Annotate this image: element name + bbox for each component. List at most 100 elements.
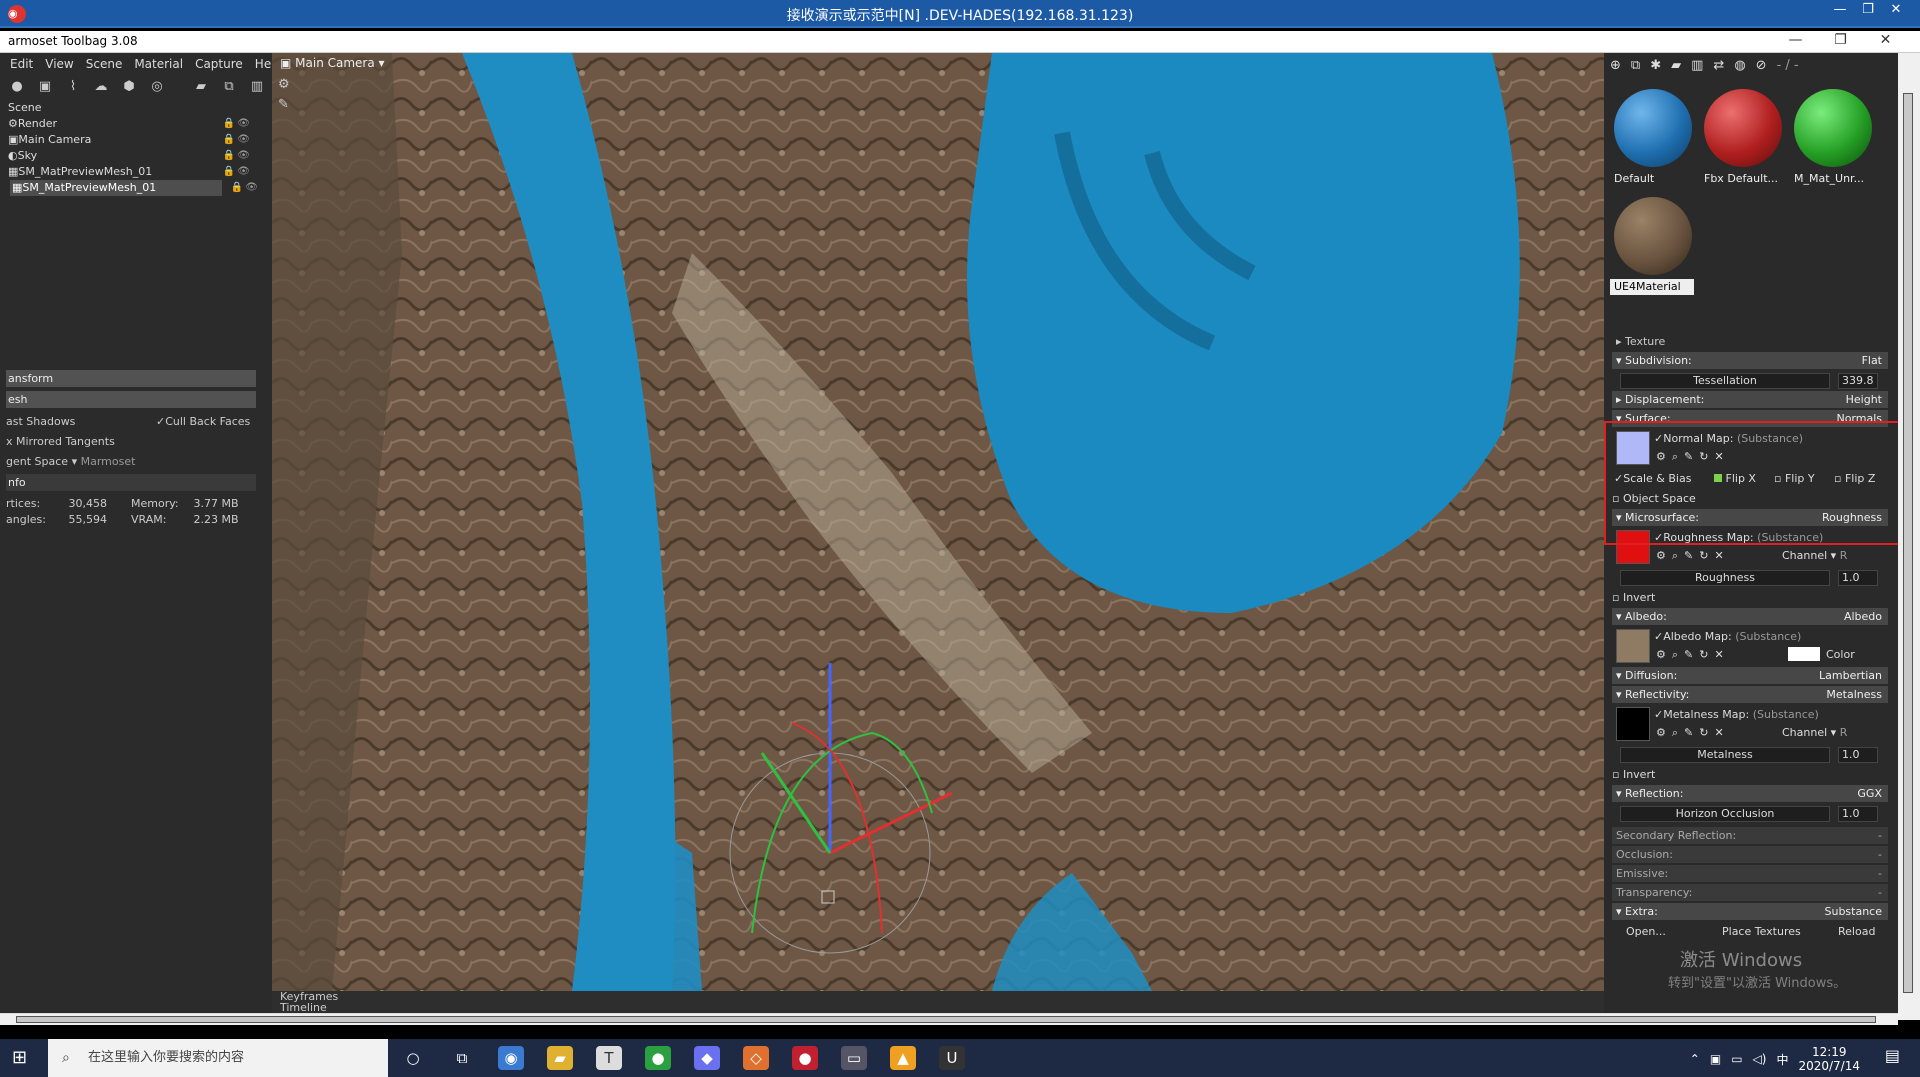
material-fbx-default[interactable]: Fbx Default...	[1700, 83, 1786, 187]
extra-section[interactable]: ▾ Extra: Substance	[1612, 903, 1888, 920]
reload-icon[interactable]: ↻	[1699, 723, 1708, 743]
app-icon[interactable]: ◆	[694, 1046, 720, 1070]
albedo-section[interactable]: ▾ Albedo: Albedo	[1612, 608, 1888, 625]
settings-icon[interactable]: ⚙	[1656, 645, 1666, 665]
share-icon[interactable]: ⇄	[1713, 58, 1724, 73]
occlusion-section[interactable]: Occlusion: -	[1612, 846, 1888, 863]
metalness-slider[interactable]: Metalness	[1620, 747, 1830, 763]
app-restore-icon[interactable]: ❐	[1818, 32, 1863, 48]
shadow-icon[interactable]: ⌇	[64, 79, 82, 97]
search-icon[interactable]: ⌕	[1672, 723, 1678, 743]
viewport-brush-icon[interactable]: ✎	[278, 97, 289, 112]
lock-eye-icons[interactable]: 🔒👁	[223, 132, 252, 148]
scene-item-render[interactable]: ⚙Render 🔒👁	[6, 116, 258, 132]
light-icon[interactable]: ●	[8, 79, 26, 97]
metalness-value[interactable]: 1.0	[1838, 747, 1878, 763]
channel-dropdown[interactable]: Channel ▾ R	[1782, 723, 1847, 743]
reload-button[interactable]: Reload	[1838, 922, 1875, 942]
metalness-map-label[interactable]: ✓Metalness Map: (Substance)	[1654, 705, 1819, 725]
lock-eye-icons[interactable]: 🔒👁	[231, 180, 260, 196]
open-button[interactable]: Open...	[1626, 922, 1666, 942]
app-icon[interactable]: ●	[792, 1046, 818, 1070]
camera-selector[interactable]: ▣ Main Camera ▾	[280, 56, 385, 70]
app-close-icon[interactable]: ✕	[1863, 32, 1908, 48]
tessellation-value[interactable]: 339.8	[1838, 373, 1878, 389]
albedo-map-label[interactable]: ✓Albedo Map: (Substance)	[1654, 627, 1801, 647]
scene-item-sky[interactable]: ◐Sky 🔒👁	[6, 148, 258, 164]
tessellation-slider[interactable]: Tessellation	[1620, 373, 1830, 389]
roughness-value[interactable]: 1.0	[1838, 570, 1878, 586]
horizon-occlusion-value[interactable]: 1.0	[1838, 806, 1878, 822]
horizon-occlusion-slider[interactable]: Horizon Occlusion	[1620, 806, 1830, 822]
horizontal-scrollbar[interactable]	[0, 1013, 1898, 1025]
search-icon[interactable]: ⌕	[1672, 546, 1678, 566]
close-icon[interactable]: ✕	[1882, 2, 1910, 17]
menu-view[interactable]: View	[45, 57, 73, 71]
trash-icon[interactable]: ▥	[1691, 58, 1703, 73]
secondary-reflection-section[interactable]: Secondary Reflection: -	[1612, 827, 1888, 844]
settings-icon[interactable]: ⚙	[1656, 546, 1666, 566]
reload-icon[interactable]: ↻	[1699, 645, 1708, 665]
reload-icon[interactable]: ↻	[1699, 546, 1708, 566]
restore-icon[interactable]: ❐	[1854, 2, 1882, 17]
place-textures-button[interactable]: Place Textures	[1722, 922, 1801, 942]
remote-desktop-icon[interactable]: ▭	[841, 1046, 867, 1070]
notepad-icon[interactable]: T	[596, 1046, 622, 1070]
compass-icon[interactable]: ◍	[1734, 58, 1745, 73]
eyedropper-icon[interactable]: ✎	[1684, 645, 1693, 665]
minimize-icon[interactable]: —	[1826, 2, 1854, 17]
metalness-map-thumbnail[interactable]	[1616, 707, 1650, 741]
object-icon[interactable]: ⬢	[120, 79, 138, 97]
invert-metalness-checkbox[interactable]: ▫ Invert	[1612, 765, 1888, 785]
scene-item-mesh[interactable]: ▦SM_MatPreviewMesh_01 🔒👁	[6, 164, 258, 180]
sky-icon[interactable]: ◎	[148, 79, 166, 97]
start-icon[interactable]: ⊞	[12, 1047, 27, 1068]
scene-item-camera[interactable]: ▣Main Camera 🔒👁	[6, 132, 258, 148]
clear-icon[interactable]: ✕	[1714, 546, 1723, 566]
pin-icon[interactable]: ⊘	[1756, 58, 1767, 73]
clock[interactable]: 12:19 2020/7/14	[1798, 1045, 1860, 1073]
cull-back-faces-checkbox[interactable]: ✓Cull Back Faces	[156, 412, 250, 432]
albedo-color-swatch[interactable]	[1788, 647, 1820, 661]
lock-eye-icons[interactable]: 🔒👁	[223, 148, 252, 164]
pattern-icon[interactable]: ✱	[1650, 58, 1661, 73]
network-icon[interactable]: ▣	[1710, 1052, 1721, 1066]
eyedropper-icon[interactable]: ✎	[1684, 546, 1693, 566]
display-icon[interactable]: ▭	[1731, 1052, 1742, 1066]
scene-root[interactable]: Scene	[6, 100, 258, 116]
info-header[interactable]: nfo	[6, 474, 256, 491]
chrome-icon[interactable]: ◉	[498, 1046, 524, 1070]
task-view-icon[interactable]: ⧉	[449, 1046, 475, 1070]
albedo-map-thumbnail[interactable]	[1616, 629, 1650, 663]
viewport[interactable]: ▣ Main Camera ▾ ⚙ ✎	[272, 53, 1604, 991]
folder-icon[interactable]: ▰	[1671, 58, 1681, 73]
material-ue4material[interactable]: UE4Material	[1610, 191, 1696, 295]
clear-icon[interactable]: ✕	[1714, 645, 1723, 665]
app-minimize-icon[interactable]: —	[1773, 32, 1818, 48]
volume-icon[interactable]: ◁)	[1753, 1052, 1767, 1066]
material-default[interactable]: Default	[1610, 83, 1696, 187]
reflection-section[interactable]: ▾ Reflection: GGX	[1612, 785, 1888, 802]
menu-capture[interactable]: Capture	[195, 57, 243, 71]
lock-eye-icons[interactable]: 🔒👁	[223, 116, 252, 132]
notifications-icon[interactable]: ▤	[1885, 1048, 1900, 1064]
folder-icon[interactable]: ▰	[192, 79, 210, 97]
invert-roughness-checkbox[interactable]: ▫ Invert	[1612, 588, 1888, 608]
camera-icon[interactable]: ▣	[36, 79, 54, 97]
lock-eye-icons[interactable]: 🔒👁	[223, 164, 252, 180]
search-icon[interactable]: ⌕	[1672, 645, 1678, 665]
marmoset-icon[interactable]: ▲	[890, 1046, 916, 1070]
transform-header[interactable]: ansform	[6, 370, 256, 387]
app-icon[interactable]: ◇	[743, 1046, 769, 1070]
vertical-scrollbar[interactable]	[1898, 53, 1920, 1020]
timeline-label[interactable]: Timeline	[272, 1002, 1604, 1013]
displacement-section[interactable]: ▸ Displacement: Height	[1612, 391, 1888, 408]
cast-shadows-checkbox[interactable]: ast Shadows ✓Cull Back Faces	[6, 412, 256, 432]
settings-icon[interactable]: ⚙	[1656, 723, 1666, 743]
app-icon[interactable]: ●	[645, 1046, 671, 1070]
taskbar-search[interactable]: ⌕ 在这里输入你要搜索的内容	[48, 1039, 388, 1077]
channel-dropdown[interactable]: Channel ▾ R	[1782, 546, 1847, 566]
tray-chevron-icon[interactable]: ⌃	[1690, 1052, 1700, 1066]
mesh-header[interactable]: esh	[6, 391, 256, 408]
ime-indicator[interactable]: 中	[1776, 1051, 1788, 1068]
